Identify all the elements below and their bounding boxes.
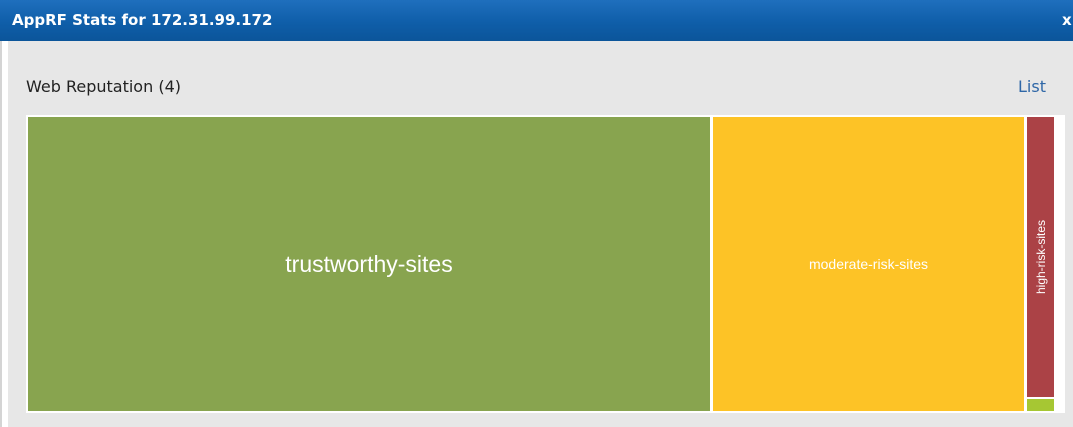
web-reputation-treemap: trustworthy-sites moderate-risk-sites hi…	[26, 115, 1065, 413]
treemap-tile-small[interactable]	[1027, 399, 1054, 411]
tile-label-trustworthy-sites: trustworthy-sites	[285, 250, 453, 277]
list-link[interactable]: List	[1018, 76, 1046, 98]
tile-label-high-risk-sites: high-risk-sites	[1033, 219, 1048, 295]
panel-title: Web Reputation (4)	[26, 77, 181, 96]
web-reputation-panel: Web Reputation (4) List trustworthy-site…	[8, 41, 1073, 427]
window-title: AppRF Stats for 172.31.99.172	[12, 11, 273, 29]
close-button[interactable]: x	[1062, 10, 1072, 30]
tile-label-moderate-risk-sites: moderate-risk-sites	[808, 256, 929, 272]
apprf-stats-window: AppRF Stats for 172.31.99.172 x Web Repu…	[0, 0, 1073, 427]
window-titlebar: AppRF Stats for 172.31.99.172 x	[0, 0, 1073, 41]
treemap-tile-moderate-risk-sites[interactable]: moderate-risk-sites	[713, 117, 1024, 411]
treemap-tile-trustworthy-sites[interactable]: trustworthy-sites	[28, 117, 710, 411]
treemap-tile-high-risk-sites[interactable]: high-risk-sites	[1027, 117, 1054, 397]
